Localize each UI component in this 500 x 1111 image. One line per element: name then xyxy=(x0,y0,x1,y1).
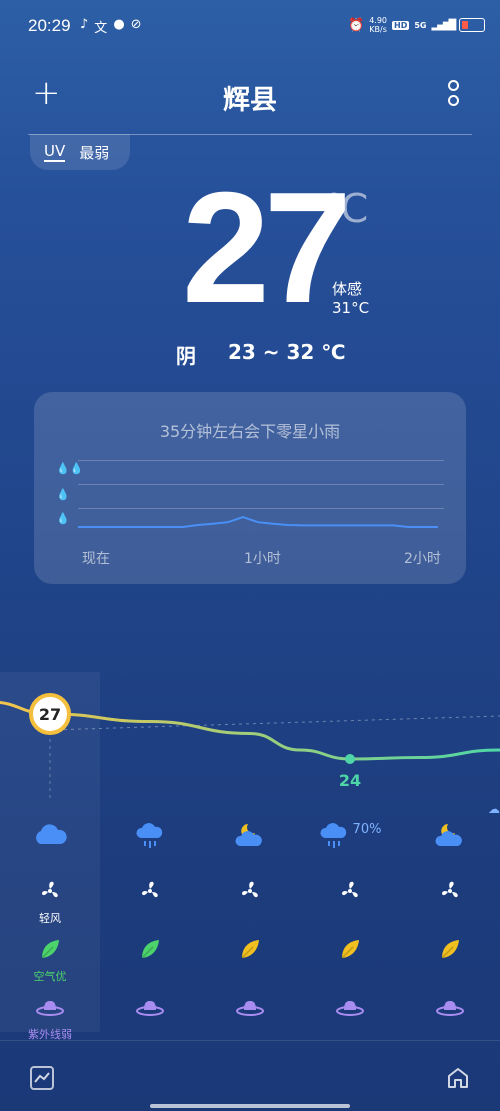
net-speed: 4.90 KB/s xyxy=(369,16,387,34)
temperature-unit: ℃ xyxy=(324,187,369,231)
hourly-air-cell: 空气优 xyxy=(0,938,100,984)
tiktok-icon: ♪ xyxy=(80,17,89,32)
air-quality-leaf-icon xyxy=(39,940,61,964)
precipitation-summary: 35分钟左右会下零星小雨 xyxy=(159,422,341,441)
hourly-weather-cell xyxy=(200,822,300,852)
alarm-icon: ⏰ xyxy=(348,17,365,33)
feels-like-label: 体感 xyxy=(332,280,363,298)
uv-chip[interactable]: UV 最弱 xyxy=(30,134,130,170)
signal-label: 5G xyxy=(414,20,427,30)
cloud-icon xyxy=(32,824,68,850)
hourly-uv-cell: 紫外线弱 xyxy=(0,998,100,1042)
uv-hat-icon xyxy=(136,1001,164,1022)
bottom-divider xyxy=(0,1040,500,1041)
min-temp-point xyxy=(345,754,355,764)
precip-probability: 70% xyxy=(352,822,382,837)
air-quality-leaf-icon xyxy=(339,940,361,964)
hourly-uv-cell xyxy=(300,998,400,1026)
hourly-uv-cell xyxy=(400,998,500,1026)
current-temp-reference-line xyxy=(49,715,500,731)
trend-chart-icon[interactable] xyxy=(30,1066,54,1090)
hd-badge: HD xyxy=(392,20,410,30)
feels-like-value: 31°C xyxy=(332,299,370,317)
signal-icon: ▂▄▆█ xyxy=(431,19,456,31)
precipitation-card[interactable]: 35分钟左右会下零星小雨 💧💧 💧 💧 现在 1小时 2小时 xyxy=(34,392,466,584)
light-rain-drop-icon: 💧 xyxy=(56,512,70,525)
x-label-2h: 2小时 xyxy=(404,551,441,567)
status-notification-icons: ♪ 文 ● ⊘ xyxy=(80,17,142,36)
heavy-rain-drops-icon: 💧💧 xyxy=(56,462,84,475)
hourly-uv-cell xyxy=(200,998,300,1026)
message-icon: ● xyxy=(113,17,125,32)
x-label-now: 现在 xyxy=(82,551,110,567)
wind-label: 轻风 xyxy=(39,912,61,925)
battery-icon xyxy=(459,18,486,32)
hourly-air-cell xyxy=(200,938,300,968)
hourly-weather-cell: 70% xyxy=(300,822,400,854)
uv-hat-icon xyxy=(36,1001,64,1022)
cloud-rain-icon xyxy=(135,823,165,854)
moon-cloud-icon xyxy=(435,824,465,852)
precipitation-curve xyxy=(78,515,438,528)
uv-hat-icon xyxy=(236,1001,264,1022)
wind-icon xyxy=(39,881,61,906)
hourly-air-cell xyxy=(100,938,200,968)
feels-like: 体感 31°C xyxy=(332,280,369,318)
hourly-weather-cell xyxy=(100,822,200,854)
hourly-uv-cell xyxy=(100,998,200,1026)
wind-icon xyxy=(139,881,161,906)
gridline xyxy=(78,460,444,461)
x-label-1h: 1小时 xyxy=(244,551,281,567)
air-quality-leaf-icon xyxy=(139,940,161,964)
moon-cloud-icon xyxy=(235,824,265,852)
hourly-weather-cell xyxy=(0,822,100,850)
hourly-wind-cell xyxy=(100,880,200,910)
hourly-wind-cell xyxy=(200,880,300,910)
weather-condition: 阴 xyxy=(176,344,196,368)
current-temperature: 27 xyxy=(182,160,352,336)
current-temp-point-label: 27 xyxy=(39,705,61,724)
cloud-rain-icon xyxy=(319,823,349,854)
hourly-wind-cell xyxy=(300,880,400,910)
status-right-icons: ⏰ 4.90 KB/s HD 5G ▂▄▆█ xyxy=(348,16,486,34)
hourly-wind-cell xyxy=(400,880,500,910)
gridline xyxy=(78,484,444,485)
temperature-line xyxy=(0,701,500,761)
home-icon[interactable] xyxy=(446,1066,470,1090)
more-menu-button[interactable] xyxy=(446,80,460,108)
wind-icon xyxy=(239,881,261,906)
uv-hat-icon xyxy=(336,1001,364,1022)
translate-icon: 文 xyxy=(94,21,108,36)
hourly-air-cell xyxy=(300,938,400,968)
uv-hat-icon xyxy=(436,1001,464,1022)
uv-value: 最弱 xyxy=(79,143,110,162)
status-bar: 20:29 ♪ 文 ● ⊘ ⏰ 4.90 KB/s HD 5G ▂▄▆█ xyxy=(0,0,500,52)
partial-next-weather-icon: ☁ xyxy=(488,802,500,816)
hourly-wind-cell: 轻风 xyxy=(0,880,100,926)
air-quality-label: 空气优 xyxy=(33,970,67,983)
hourly-weather-cell xyxy=(400,822,500,852)
air-quality-leaf-icon xyxy=(439,940,461,964)
min-temp-label: 24 xyxy=(339,771,361,790)
city-title: 辉县 xyxy=(223,85,277,116)
uv-label: UV xyxy=(44,142,66,162)
hourly-air-cell xyxy=(400,938,500,968)
wind-icon xyxy=(439,881,461,906)
status-time: 20:29 xyxy=(28,16,71,35)
temperature-range: 23 ~ 32 ℃ xyxy=(228,340,346,364)
medium-rain-drops-icon: 💧 xyxy=(56,488,70,501)
hourly-temperature-chart: 27 24 xyxy=(0,693,500,800)
wind-icon xyxy=(339,881,361,906)
system-home-indicator[interactable] xyxy=(150,1104,350,1108)
app-icon: ⊘ xyxy=(130,17,142,32)
air-quality-leaf-icon xyxy=(239,940,261,964)
